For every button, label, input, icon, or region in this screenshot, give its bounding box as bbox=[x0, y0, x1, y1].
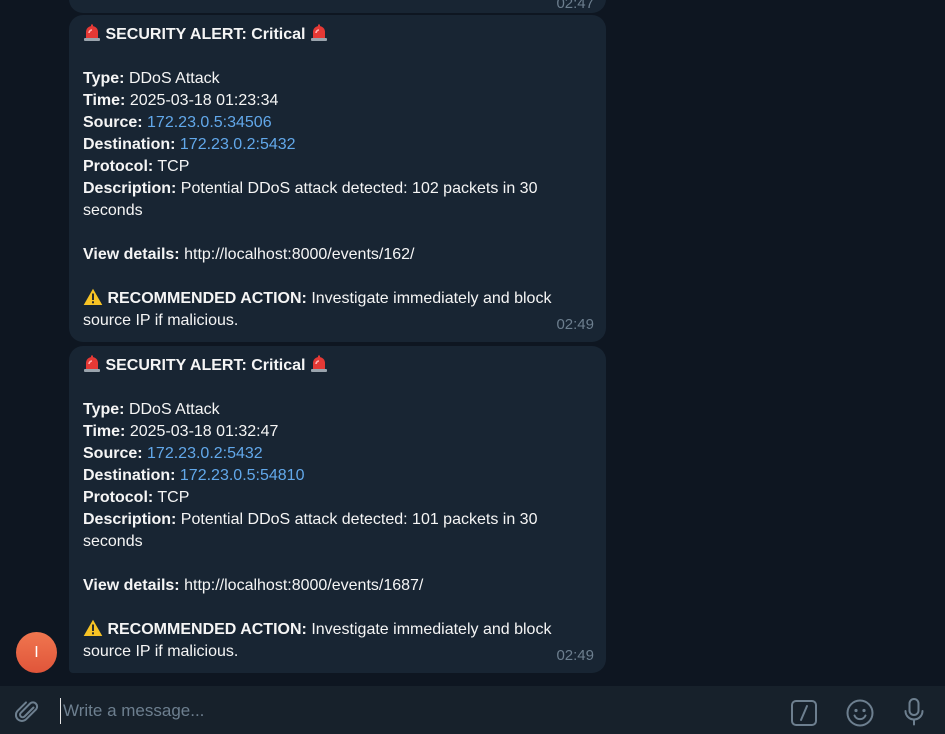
time-value: 2025-03-18 01:32:47 bbox=[129, 423, 279, 440]
message-input[interactable] bbox=[60, 698, 765, 724]
message-time: 02:47 bbox=[556, 0, 594, 12]
source-ip-link[interactable]: 172.23.0.2:5432 bbox=[147, 445, 263, 462]
action-label: RECOMMENDED ACTION: bbox=[107, 621, 307, 638]
details-label: View details: bbox=[83, 577, 180, 594]
protocol-label: Protocol: bbox=[83, 158, 154, 175]
message-text: SECURITY ALERT: Critical Type: DDoS Atta… bbox=[83, 355, 583, 663]
emoji-icon[interactable] bbox=[845, 698, 875, 728]
siren-icon bbox=[83, 24, 101, 42]
time-line: Time: 2025-03-18 01:23:34 bbox=[83, 90, 583, 112]
destination-line: Destination: 172.23.0.5:54810 bbox=[83, 465, 583, 487]
warning-icon bbox=[83, 288, 103, 306]
description-line: Description: Potential DDoS attack detec… bbox=[83, 178, 583, 222]
source-line: Source: 172.23.0.2:5432 bbox=[83, 443, 583, 465]
type-value: DDoS Attack bbox=[128, 401, 220, 418]
protocol-line: Protocol: TCP bbox=[83, 156, 583, 178]
protocol-label: Protocol: bbox=[83, 489, 154, 506]
details-line: View details: http://localhost:8000/even… bbox=[83, 244, 583, 266]
bot-command-icon[interactable] bbox=[790, 699, 818, 727]
destination-line: Destination: 172.23.0.2:5432 bbox=[83, 134, 583, 156]
type-line: Type: DDoS Attack bbox=[83, 68, 583, 90]
details-url: http://localhost:8000/events/1687/ bbox=[184, 577, 424, 594]
action-line: RECOMMENDED ACTION: Investigate immediat… bbox=[83, 288, 583, 332]
siren-icon bbox=[310, 24, 328, 42]
alert-title: SECURITY ALERT: Critical bbox=[105, 357, 306, 374]
type-value: DDoS Attack bbox=[128, 70, 220, 87]
protocol-line: Protocol: TCP bbox=[83, 487, 583, 509]
siren-icon bbox=[310, 355, 328, 373]
type-label: Type: bbox=[83, 401, 125, 418]
warning-icon bbox=[83, 619, 103, 637]
source-line: Source: 172.23.0.5:34506 bbox=[83, 112, 583, 134]
destination-label: Destination: bbox=[83, 136, 176, 153]
message-time: 02:49 bbox=[556, 316, 594, 333]
description-label: Description: bbox=[83, 180, 177, 197]
time-value: 2025-03-18 01:23:34 bbox=[129, 92, 279, 109]
alert-message-bubble[interactable]: SECURITY ALERT: Critical Type: DDoS Atta… bbox=[69, 346, 606, 673]
type-line: Type: DDoS Attack bbox=[83, 399, 583, 421]
alert-title-line: SECURITY ALERT: Critical bbox=[83, 355, 583, 377]
destination-ip-link[interactable]: 172.23.0.5:54810 bbox=[180, 467, 305, 484]
message-composer bbox=[0, 686, 945, 734]
protocol-value: TCP bbox=[157, 489, 190, 506]
time-label: Time: bbox=[83, 92, 126, 109]
microphone-icon[interactable] bbox=[900, 697, 928, 727]
destination-label: Destination: bbox=[83, 467, 176, 484]
time-line: Time: 2025-03-18 01:32:47 bbox=[83, 421, 583, 443]
description-label: Description: bbox=[83, 511, 177, 528]
alert-message-bubble[interactable]: SECURITY ALERT: Critical Type: DDoS Atta… bbox=[69, 15, 606, 342]
alert-title: SECURITY ALERT: Critical bbox=[105, 26, 306, 43]
source-label: Source: bbox=[83, 114, 143, 131]
time-label: Time: bbox=[83, 423, 126, 440]
action-line: RECOMMENDED ACTION: Investigate immediat… bbox=[83, 619, 583, 663]
source-ip-link[interactable]: 172.23.0.5:34506 bbox=[147, 114, 272, 131]
destination-ip-link[interactable]: 172.23.0.2:5432 bbox=[180, 136, 296, 153]
message-text: SECURITY ALERT: Critical Type: DDoS Atta… bbox=[83, 24, 583, 332]
details-url: http://localhost:8000/events/162/ bbox=[184, 246, 415, 263]
siren-icon bbox=[83, 355, 101, 373]
source-label: Source: bbox=[83, 445, 143, 462]
alert-title-line: SECURITY ALERT: Critical bbox=[83, 24, 583, 46]
action-label: RECOMMENDED ACTION: bbox=[107, 290, 307, 307]
paperclip-icon[interactable] bbox=[14, 698, 42, 726]
message-time: 02:49 bbox=[556, 647, 594, 664]
sender-avatar[interactable]: I bbox=[16, 632, 57, 673]
protocol-value: TCP bbox=[157, 158, 190, 175]
details-label: View details: bbox=[83, 246, 180, 263]
details-line: View details: http://localhost:8000/even… bbox=[83, 575, 583, 597]
previous-message-bubble[interactable]: 02:47 bbox=[69, 0, 606, 13]
chat-history[interactable]: 02:47 SECURITY ALERT: Critical Type: DDo… bbox=[0, 0, 945, 686]
type-label: Type: bbox=[83, 70, 125, 87]
description-line: Description: Potential DDoS attack detec… bbox=[83, 509, 583, 553]
